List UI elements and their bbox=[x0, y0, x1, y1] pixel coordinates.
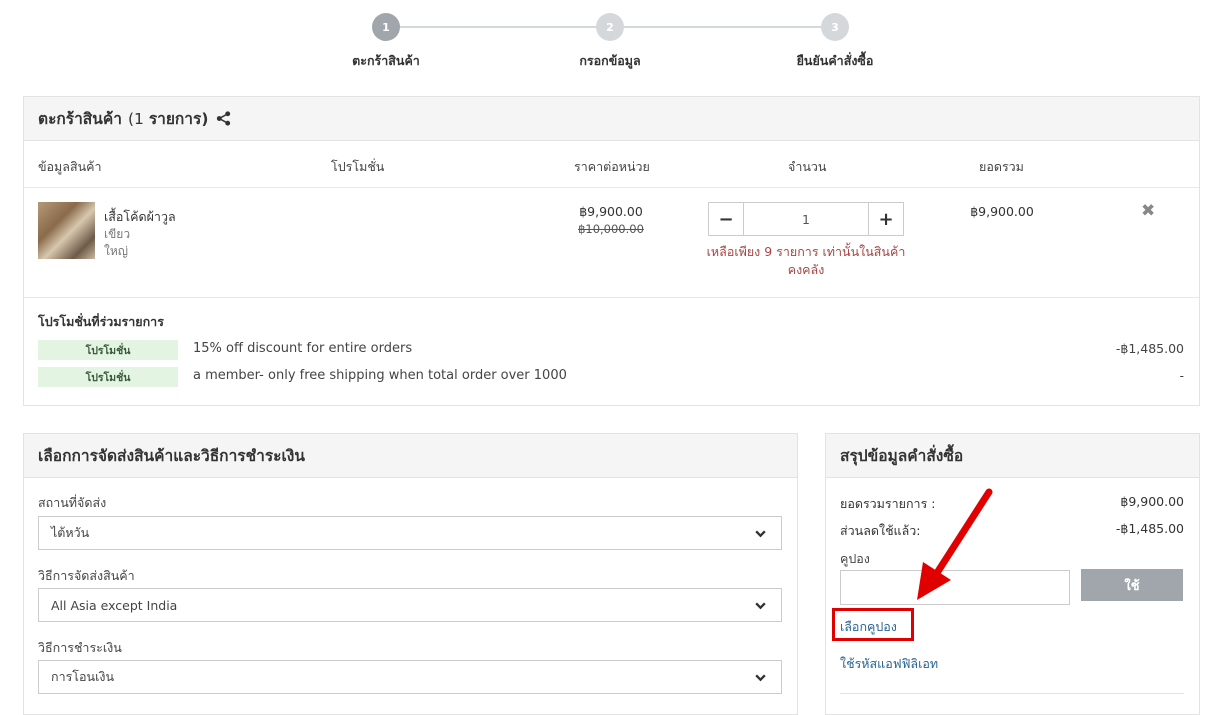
step-3-label: ยืนยันคำสั่งซื้อ bbox=[796, 53, 874, 68]
shipping-location-value: ไต้หวัน bbox=[51, 525, 90, 540]
share-icon[interactable] bbox=[216, 111, 231, 126]
choose-coupon-link[interactable]: เลือกคูปอง bbox=[840, 617, 897, 637]
col-promotion: โปรโมชั่น bbox=[331, 159, 385, 174]
step-connector bbox=[610, 26, 834, 28]
product-thumbnail[interactable] bbox=[38, 202, 95, 259]
item-total: ฿9,900.00 bbox=[970, 204, 1034, 219]
product-size: ใหญ่ bbox=[104, 244, 128, 258]
increase-quantity-button[interactable]: + bbox=[868, 203, 903, 235]
promotion-amount: - bbox=[1179, 368, 1184, 383]
discount-label: ส่วนลดใช้แล้ว: bbox=[840, 523, 921, 538]
subtotal-row: ยอดรวมรายการ : ฿9,900.00 bbox=[840, 494, 1184, 514]
payment-method-value: การโอนเงิน bbox=[51, 669, 114, 684]
shipping-title: เลือกการจัดส่งสินค้าและวิธีการชำระเงิน bbox=[24, 434, 797, 478]
promotions-title: โปรโมชั่นที่ร่วมรายการ bbox=[38, 314, 164, 329]
discount-row: ส่วนลดใช้แล้ว: -฿1,485.00 bbox=[840, 521, 1184, 541]
cart-title: ตะกร้าสินค้า bbox=[38, 110, 122, 128]
coupon-label: คูปอง bbox=[840, 551, 870, 566]
promotion-badge: โปรโมชั่น bbox=[38, 367, 178, 387]
promotion-row: โปรโมชั่น a member- only free shipping w… bbox=[38, 367, 1184, 387]
checkout-stepper: 1 2 3 ตะกร้าสินค้า กรอกข้อมูล ยืนยันคำสั… bbox=[0, 0, 1218, 90]
decrease-quantity-button[interactable]: − bbox=[709, 203, 744, 235]
chevron-down-icon bbox=[754, 671, 767, 687]
payment-method-label: วิธีการชำระเงิน bbox=[38, 640, 122, 655]
shipping-location-label: สถานที่จัดส่ง bbox=[38, 495, 107, 510]
shipping-method-select[interactable]: All Asia except India bbox=[38, 588, 782, 622]
affiliate-code-link[interactable]: ใช้รหัสแอฟฟิลิเอท bbox=[840, 654, 938, 674]
col-total: ยอดรวม bbox=[979, 159, 1024, 174]
order-summary-panel: สรุปข้อมูลคำสั่งซื้อ ยอดรวมรายการ : ฿9,9… bbox=[825, 433, 1200, 715]
step-1-dot: 1 bbox=[372, 13, 400, 41]
divider bbox=[840, 693, 1184, 694]
promotion-amount: -฿1,485.00 bbox=[1115, 341, 1184, 356]
subtotal-value: ฿9,900.00 bbox=[1120, 494, 1184, 509]
cart-item-count: (1 รายการ) bbox=[127, 110, 209, 128]
cart-panel: ตะกร้าสินค้า (1 รายการ) ข้อมูลสินค้า โปร… bbox=[23, 96, 1200, 406]
apply-coupon-button[interactable]: ใช้ bbox=[1081, 569, 1183, 601]
quantity-input[interactable]: 1 bbox=[744, 203, 868, 235]
step-connector bbox=[386, 26, 610, 28]
stock-warning: เหลือเพียง 9 รายการ เท่านั้นในสินค้าคงคล… bbox=[706, 244, 906, 277]
unit-price: ฿9,900.00 bbox=[579, 204, 643, 219]
payment-method-select[interactable]: การโอนเงิน bbox=[38, 660, 782, 694]
promotion-badge: โปรโมชั่น bbox=[38, 340, 178, 360]
cart-item-row: เสื้อโค้ดผ้าวูล เขียว ใหญ่ ฿9,900.00 ฿10… bbox=[24, 188, 1199, 298]
step-2-label: กรอกข้อมูล bbox=[579, 53, 641, 68]
remove-item-icon[interactable]: ✖ bbox=[1141, 201, 1155, 221]
promotion-text: a member- only free shipping when total … bbox=[193, 368, 567, 383]
col-unit-price: ราคาต่อหน่วย bbox=[574, 159, 650, 174]
shipping-method-value: All Asia except India bbox=[51, 597, 178, 613]
shipping-payment-panel: เลือกการจัดส่งสินค้าและวิธีการชำระเงิน ส… bbox=[23, 433, 798, 715]
promotion-text: 15% off discount for entire orders bbox=[193, 341, 413, 356]
chevron-down-icon bbox=[754, 527, 767, 543]
step-3-dot: 3 bbox=[821, 13, 849, 41]
shipping-method-label: วิธีการจัดส่งสินค้า bbox=[38, 568, 135, 583]
promotion-row: โปรโมชั่น 15% off discount for entire or… bbox=[38, 340, 1184, 360]
step-2-dot: 2 bbox=[596, 13, 624, 41]
quantity-stepper: − 1 + bbox=[708, 202, 904, 236]
col-quantity: จำนวน bbox=[788, 159, 827, 174]
subtotal-label: ยอดรวมรายการ : bbox=[840, 496, 936, 511]
product-name[interactable]: เสื้อโค้ดผ้าวูล bbox=[104, 207, 176, 227]
step-1-label: ตะกร้าสินค้า bbox=[352, 53, 420, 68]
original-price: ฿10,000.00 bbox=[578, 222, 644, 236]
coupon-input[interactable] bbox=[840, 570, 1070, 605]
summary-title: สรุปข้อมูลคำสั่งซื้อ bbox=[826, 434, 1199, 478]
discount-value: -฿1,485.00 bbox=[1115, 521, 1184, 536]
cart-header: ตะกร้าสินค้า (1 รายการ) bbox=[24, 97, 1199, 141]
shipping-location-select[interactable]: ไต้หวัน bbox=[38, 516, 782, 550]
cart-column-headers: ข้อมูลสินค้า โปรโมชั่น ราคาต่อหน่วย จำนว… bbox=[24, 141, 1199, 188]
col-product-info: ข้อมูลสินค้า bbox=[38, 159, 102, 174]
chevron-down-icon bbox=[754, 599, 767, 615]
